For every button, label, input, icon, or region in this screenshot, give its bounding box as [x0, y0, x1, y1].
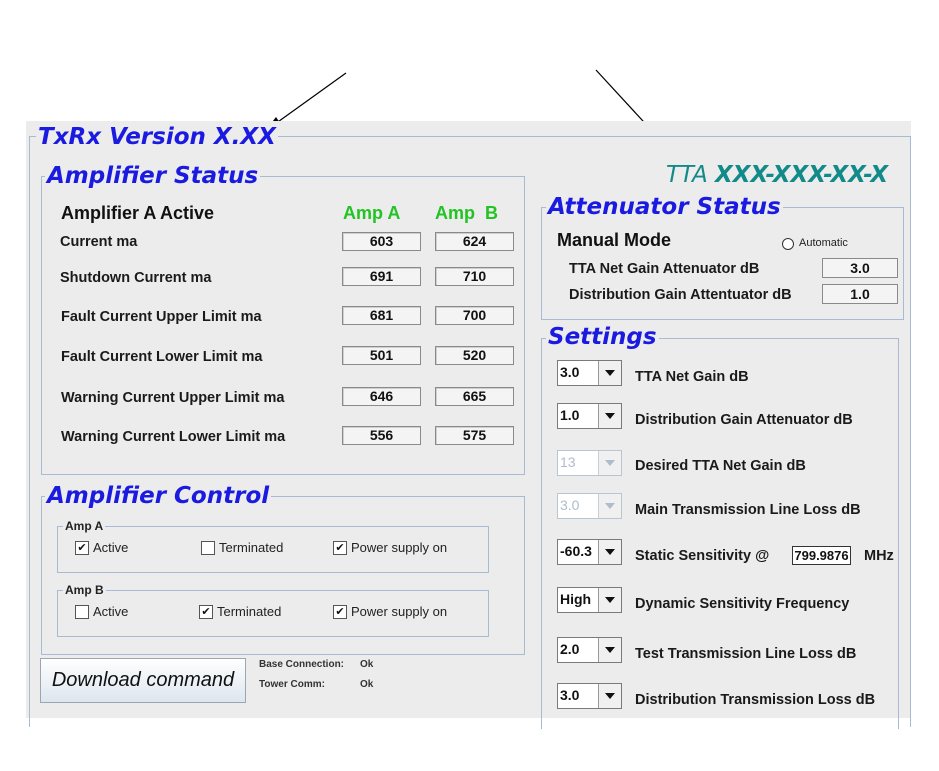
fault-lower-amp-a-value: 501: [342, 346, 421, 365]
main-transmission-loss-select-value: 3.0: [560, 497, 580, 513]
amplifier-control-title: Amplifier Control: [45, 482, 272, 510]
fault-upper-amp-a-value: 681: [342, 306, 421, 325]
fault-upper-amp-b-value: 700: [435, 306, 514, 325]
warning-lower-label: Warning Current Lower Limit ma: [61, 429, 286, 445]
desired-tta-net-gain-select-value: 13: [560, 454, 576, 470]
warning-upper-amp-a-value: 646: [342, 387, 421, 406]
amp-b-header: Amp B: [435, 203, 498, 223]
shutdown-current-label: Shutdown Current ma: [60, 270, 212, 286]
app-title: TxRx Version X.XX: [36, 123, 278, 151]
amp-a-power-checkbox[interactable]: ✔: [333, 541, 347, 555]
base-connection-value: Ok: [360, 659, 374, 670]
model-number: TTA XXX-XXX-XX-X: [666, 162, 888, 188]
main-transmission-loss-select: 3.0: [557, 493, 622, 519]
amplifier-status-title: Amplifier Status: [45, 162, 261, 190]
amp-b-active-checkbox[interactable]: [75, 605, 89, 619]
model-code: XXX-XXX-XX-X: [715, 162, 889, 188]
shutdown-amp-a-value: 691: [342, 267, 421, 286]
static-sensitivity-select[interactable]: -60.3: [557, 539, 622, 565]
chevron-down-icon[interactable]: [598, 540, 621, 564]
amp-a-group-title: Amp A: [63, 519, 106, 533]
fault-lower-amp-b-value: 520: [435, 346, 514, 365]
tta-net-gain-label: TTA Net Gain dB: [635, 369, 749, 385]
chevron-down-icon[interactable]: [598, 638, 621, 662]
tta-net-gain-select-value: 3.0: [560, 364, 580, 380]
shutdown-amp-b-value: 710: [435, 267, 514, 286]
tower-comm-label: Tower Comm:: [259, 679, 325, 690]
distribution-gain-attenuator-label: Distribution Gain Attentuator dB: [569, 287, 792, 303]
distribution-transmission-loss-label: Distribution Transmission Loss dB: [635, 692, 876, 708]
dynamic-sensitivity-select[interactable]: High: [557, 587, 622, 613]
settings-title: Settings: [546, 323, 659, 351]
warning-upper-label: Warning Current Upper Limit ma: [61, 390, 285, 406]
desired-tta-net-gain-label: Desired TTA Net Gain dB: [635, 458, 806, 474]
amp-b-group-title: Amp B: [63, 583, 106, 597]
tower-comm-value: Ok: [360, 679, 374, 690]
active-amplifier-text: Amplifier A Active: [61, 203, 215, 223]
attenuator-status-title: Attenuator Status: [546, 193, 783, 221]
distribution-gain-select-value: 1.0: [560, 407, 580, 423]
fault-lower-label: Fault Current Lower Limit ma: [61, 349, 263, 365]
distribution-transmission-loss-select-value: 3.0: [560, 687, 580, 703]
chevron-down-icon[interactable]: [598, 588, 621, 612]
settings-frame: [541, 338, 899, 729]
test-transmission-loss-select-value: 2.0: [560, 641, 580, 657]
amp-b-power-label: Power supply on: [351, 604, 448, 619]
amp-a-header: Amp A: [343, 203, 401, 223]
test-transmission-loss-select[interactable]: 2.0: [557, 637, 622, 663]
distribution-gain-label: Distribution Gain Attenuator dB: [635, 412, 853, 428]
manual-mode-text: Manual Mode: [557, 230, 672, 250]
automatic-radio[interactable]: [782, 238, 794, 250]
static-sensitivity-select-value: -60.3: [560, 543, 592, 559]
amp-b-active-label: Active: [93, 604, 129, 619]
base-connection-label: Base Connection:: [259, 659, 345, 670]
distribution-gain-attenuator-value: 1.0: [822, 284, 898, 304]
distribution-transmission-loss-select[interactable]: 3.0: [557, 683, 622, 709]
mhz-unit-label: MHz: [864, 548, 894, 564]
chevron-down-icon[interactable]: [598, 684, 621, 708]
chevron-down-icon: [598, 494, 621, 518]
warning-upper-amp-b-value: 665: [435, 387, 514, 406]
test-transmission-loss-label: Test Transmission Line Loss dB: [635, 646, 857, 662]
warning-lower-amp-a-value: 556: [342, 426, 421, 445]
static-sensitivity-label: Static Sensitivity @: [635, 548, 770, 564]
model-prefix: TTA: [666, 162, 708, 188]
amp-b-terminated-label: Terminated: [217, 604, 282, 619]
main-transmission-loss-label: Main Transmission Line Loss dB: [635, 502, 861, 518]
amp-a-terminated-checkbox[interactable]: [201, 541, 215, 555]
automatic-label: Automatic: [799, 237, 848, 249]
current-label: Current ma: [60, 234, 138, 250]
current-amp-b-value: 624: [435, 232, 514, 251]
dynamic-sensitivity-select-value: High: [560, 591, 592, 607]
chevron-down-icon[interactable]: [598, 361, 621, 385]
current-amp-a-value: 603: [342, 232, 421, 251]
chevron-down-icon: [598, 451, 621, 475]
dynamic-sensitivity-label: Dynamic Sensitivity Frequency: [635, 596, 850, 612]
chevron-down-icon[interactable]: [598, 404, 621, 428]
tta-net-gain-select[interactable]: 3.0: [557, 360, 622, 386]
amp-b-terminated-checkbox[interactable]: ✔: [199, 605, 213, 619]
amp-b-power-checkbox[interactable]: ✔: [333, 605, 347, 619]
tta-net-gain-attenuator-label: TTA Net Gain Attenuator dB: [569, 261, 760, 277]
tta-net-gain-attenuator-value: 3.0: [822, 258, 898, 278]
amp-a-terminated-label: Terminated: [219, 540, 284, 555]
fault-upper-label: Fault Current Upper Limit ma: [61, 309, 262, 325]
static-sensitivity-frequency-input[interactable]: 799.9876: [792, 546, 851, 565]
amp-a-power-label: Power supply on: [351, 540, 448, 555]
amp-a-active-label: Active: [93, 540, 129, 555]
download-command-button[interactable]: Download command: [40, 658, 246, 703]
distribution-gain-select[interactable]: 1.0: [557, 403, 622, 429]
amp-a-active-checkbox[interactable]: ✔: [75, 541, 89, 555]
warning-lower-amp-b-value: 575: [435, 426, 514, 445]
desired-tta-net-gain-select: 13: [557, 450, 622, 476]
